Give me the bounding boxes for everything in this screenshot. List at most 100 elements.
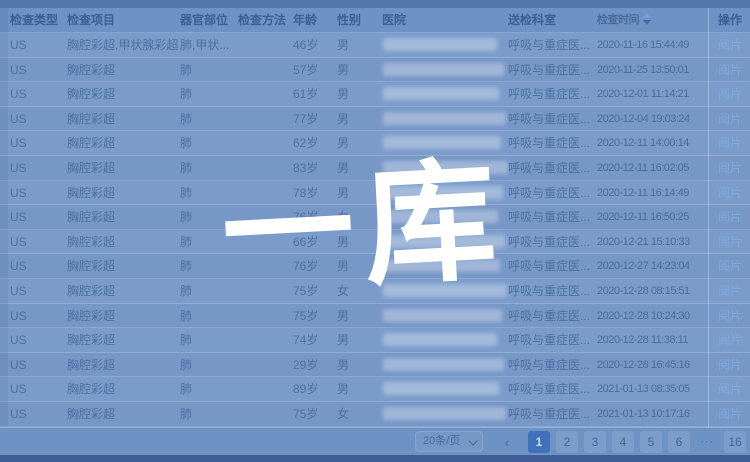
view-images-link[interactable]: 阅片 — [718, 254, 750, 278]
time-cell: 2020-12-21 15:10:33 — [597, 230, 709, 254]
prev-page-button[interactable]: ‹ — [496, 431, 518, 453]
page-size-select[interactable]: 20条/页 — [415, 431, 483, 452]
dept-cell: 呼吸与重症医... — [508, 279, 596, 303]
time-cell: 2020-12-28 10:24:30 — [597, 304, 709, 328]
item-cell: 胸腔彩超 — [67, 328, 179, 352]
view-images-link[interactable]: 阅片 — [718, 131, 750, 155]
page-button-6[interactable]: 6 — [668, 431, 690, 453]
view-images-link[interactable]: 阅片 — [718, 279, 750, 303]
type-cell: US — [10, 33, 64, 57]
dept-cell: 呼吸与重症医... — [508, 377, 596, 401]
organ-cell: 肺 — [180, 353, 236, 377]
age-cell: 89岁 — [293, 377, 335, 401]
gender-cell: 男 — [337, 156, 379, 180]
age-cell: 77岁 — [293, 107, 335, 131]
redacted-hospital-value — [383, 309, 502, 322]
gender-cell: 男 — [337, 181, 379, 205]
dept-cell: 呼吸与重症医... — [508, 353, 596, 377]
column-header-hospital: 医院 — [382, 8, 506, 33]
page-button-4[interactable]: 4 — [612, 431, 634, 453]
more-pages-icon[interactable]: ··· — [696, 431, 718, 453]
dept-cell: 呼吸与重症医... — [508, 33, 596, 57]
age-cell: 78岁 — [293, 181, 335, 205]
organ-cell: 肺 — [180, 377, 236, 401]
table-row: US胸腔彩超,甲状腺彩超肺,甲状...46岁男呼吸与重症医...2020-11-… — [0, 33, 750, 58]
item-cell: 胸腔彩超 — [67, 304, 179, 328]
sort-icon[interactable] — [643, 13, 651, 25]
redacted-hospital-value — [383, 87, 499, 100]
column-header-dept: 送检科室 — [508, 8, 596, 33]
view-images-link[interactable]: 阅片 — [718, 328, 750, 352]
age-cell: 29岁 — [293, 353, 335, 377]
time-cell: 2020-12-11 16:02:05 — [597, 156, 709, 180]
organ-cell: 肺 — [180, 131, 236, 155]
page-button-2[interactable]: 2 — [556, 431, 578, 453]
organ-cell: 肺 — [180, 107, 236, 131]
table-row: US胸腔彩超肺75岁女呼吸与重症医...2021-01-13 10:17:16阅… — [0, 402, 750, 427]
view-images-link[interactable]: 阅片 — [718, 33, 750, 57]
dept-cell: 呼吸与重症医... — [508, 131, 596, 155]
sort-asc-icon — [643, 13, 651, 18]
view-images-link[interactable]: 阅片 — [718, 181, 750, 205]
method-cell — [238, 304, 291, 328]
gender-cell: 女 — [337, 402, 379, 426]
view-images-link[interactable]: 阅片 — [718, 82, 750, 106]
view-images-link[interactable]: 阅片 — [718, 304, 750, 328]
redacted-hospital-value — [383, 235, 505, 248]
view-images-link[interactable]: 阅片 — [718, 107, 750, 131]
page-button-5[interactable]: 5 — [640, 431, 662, 453]
time-cell: 2020-12-27 14:23:04 — [597, 254, 709, 278]
item-cell: 胸腔彩超 — [67, 107, 179, 131]
method-cell — [238, 156, 291, 180]
time-cell: 2020-11-16 15:44:49 — [597, 33, 709, 57]
view-images-link[interactable]: 阅片 — [718, 205, 750, 229]
gender-cell: 女 — [337, 205, 379, 229]
table-row: US胸腔彩超肺62岁男呼吸与重症医...2020-12-11 14:00:14阅… — [0, 131, 750, 156]
table-row: US胸腔彩超肺77岁男呼吸与重症医...2020-12-04 19:03:24阅… — [0, 107, 750, 132]
view-images-link[interactable]: 阅片 — [718, 402, 750, 426]
page-button-3[interactable]: 3 — [584, 431, 606, 453]
view-images-link[interactable]: 阅片 — [718, 353, 750, 377]
dept-cell: 呼吸与重症医... — [508, 328, 596, 352]
column-header-time[interactable]: 检查时间 — [597, 8, 709, 33]
bottom-edge-strip — [0, 455, 750, 462]
view-images-link[interactable]: 阅片 — [718, 58, 750, 82]
view-images-link[interactable]: 阅片 — [718, 377, 750, 401]
age-cell: 57岁 — [293, 58, 335, 82]
table-row: US胸腔彩超肺57岁男呼吸与重症医...2020-11-25 13:50:01阅… — [0, 58, 750, 83]
fixed-column-divider — [708, 8, 709, 427]
table-row: US胸腔彩超肺61岁男呼吸与重症医...2020-12-01 11:14:21阅… — [0, 82, 750, 107]
page-button-16[interactable]: 16 — [724, 431, 746, 453]
age-cell: 76岁 — [293, 254, 335, 278]
type-cell: US — [10, 328, 64, 352]
redacted-hospital-value — [383, 259, 500, 272]
dept-cell: 呼吸与重症医... — [508, 230, 596, 254]
organ-cell: 肺 — [180, 82, 236, 106]
organ-cell: 肺 — [180, 58, 236, 82]
method-cell — [238, 279, 291, 303]
time-cell: 2020-12-28 16:45:16 — [597, 353, 709, 377]
organ-cell: 肺 — [180, 402, 236, 426]
redacted-hospital-value — [383, 38, 497, 51]
time-cell: 2020-11-25 13:50:01 — [597, 58, 709, 82]
gender-cell: 男 — [337, 107, 379, 131]
view-images-link[interactable]: 阅片 — [718, 156, 750, 180]
time-cell: 2021-01-13 08:35:05 — [597, 377, 709, 401]
organ-cell: 肺 — [180, 230, 236, 254]
age-cell: 74岁 — [293, 328, 335, 352]
column-header-type: 检查类型 — [10, 8, 64, 33]
method-cell — [238, 58, 291, 82]
dept-cell: 呼吸与重症医... — [508, 205, 596, 229]
method-cell — [238, 181, 291, 205]
sort-desc-icon — [643, 20, 651, 25]
redacted-hospital-value — [383, 136, 501, 149]
table-row: US胸腔彩超肺66岁男呼吸与重症医...2020-12-21 15:10:33阅… — [0, 230, 750, 255]
dept-cell: 呼吸与重症医... — [508, 181, 596, 205]
item-cell: 胸腔彩超,甲状腺彩超 — [67, 33, 179, 57]
type-cell: US — [10, 82, 64, 106]
type-cell: US — [10, 279, 64, 303]
page-button-1[interactable]: 1 — [528, 431, 550, 453]
view-images-link[interactable]: 阅片 — [718, 230, 750, 254]
type-cell: US — [10, 304, 64, 328]
age-cell: 75岁 — [293, 402, 335, 426]
